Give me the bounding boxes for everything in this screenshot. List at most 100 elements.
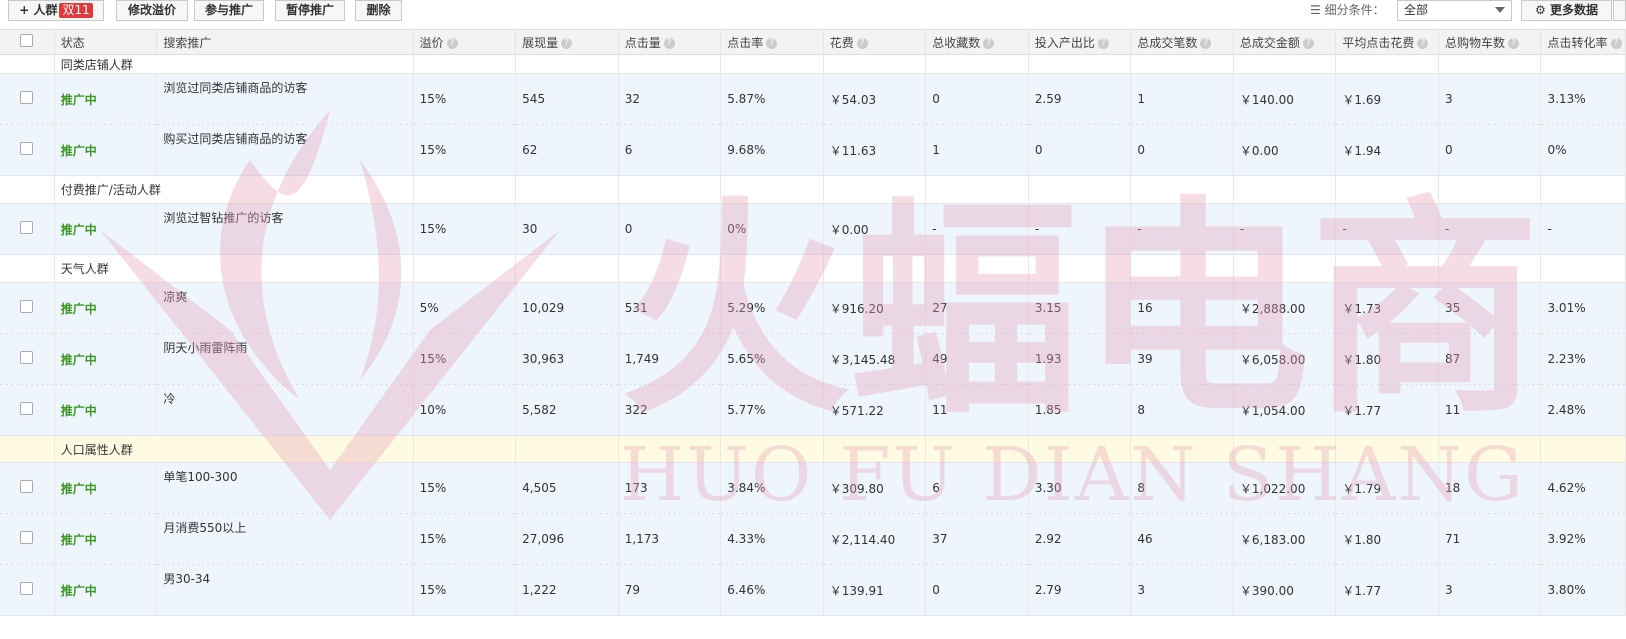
cell-premium: 15% (413, 564, 517, 616)
col-gmv-label: 总成交金额 (1239, 35, 1300, 50)
table-row[interactable]: 推广中 浏览过同类店铺商品的访客 15% 545 32 5.87% ￥54.03 0 2.59 1… (0, 73, 1626, 125)
table-row[interactable]: 推广中 阴天小雨雷阵雨 15% 30,963 1,749 5.65% ￥3,145.48 49… (0, 333, 1626, 385)
crowd-name: 单笔100-300 (163, 469, 238, 484)
cell-clicks: 0 (618, 203, 722, 255)
group-empty-cell (823, 254, 927, 283)
add-crowd-label: + 人群 (19, 3, 58, 17)
help-icon[interactable]: ? (1417, 37, 1429, 49)
cell-cart: - (1438, 203, 1542, 255)
help-icon[interactable]: ? (1200, 37, 1212, 49)
col-cost[interactable]: 花费? (823, 29, 927, 55)
cell-orders: 39 (1130, 333, 1234, 385)
col-cpc-label: 平均点击花费 (1342, 35, 1415, 50)
help-icon[interactable]: ? (1097, 37, 1109, 49)
cell-orders: - (1130, 203, 1234, 255)
crowd-name: 月消费550以上 (163, 520, 247, 535)
row-checkbox[interactable] (20, 531, 34, 544)
table-row[interactable]: 推广中 凉爽 5% 10,029 531 5.29% ￥916.20 27 3.15 16 ￥2,8… (0, 282, 1626, 334)
cell-roi: 0 (1028, 124, 1132, 176)
select-all-checkbox[interactable] (20, 34, 34, 47)
help-icon[interactable]: ? (1507, 37, 1519, 49)
help-icon[interactable]: ? (1302, 37, 1314, 49)
help-icon[interactable]: ? (446, 37, 458, 49)
col-impressions[interactable]: 展现量? (515, 29, 619, 55)
col-cart[interactable]: 总购物车数? (1438, 29, 1542, 55)
table-row[interactable]: 推广中 购买过同类店铺商品的访客 15% 62 6 9.68% ￥11.63 1 0 0 ￥0.00… (0, 124, 1626, 176)
delete-button[interactable]: 删除 (355, 0, 402, 21)
help-icon[interactable]: ? (766, 37, 778, 49)
status-badge: 推广中 (54, 124, 158, 176)
group-empty-cell (925, 435, 1029, 463)
col-gmv[interactable]: 总成交金额? (1233, 29, 1337, 55)
row-checkbox[interactable] (20, 402, 34, 415)
cell-cart: 3 (1438, 564, 1542, 616)
pause-promotion-button[interactable]: 暂停推广 (275, 0, 345, 21)
cell-ctr: 5.87% (720, 73, 824, 125)
row-checkbox[interactable] (20, 300, 34, 313)
col-roi[interactable]: 投入产出比? (1028, 29, 1132, 55)
table-header: 状态 搜索推广 溢价? 展现量? 点击量? 点击率? 花费? 总收藏数? 投入产… (0, 29, 1626, 55)
cell-gmv: ￥6,058.00 (1233, 333, 1337, 385)
help-icon[interactable]: ? (856, 37, 868, 49)
table-row[interactable]: 推广中冷 10% 5,582 322 5.77% ￥571.22 11 1.85 8 ￥1,054… (0, 384, 1626, 436)
group-name: 付费推广/活动人群 (54, 175, 414, 204)
join-promotion-button[interactable]: 参与推广 (194, 0, 264, 21)
crowd-name-cell: 单笔100-300 (156, 462, 414, 514)
table-row[interactable]: 推广中 男30-34 15% 1,222 79 6.46% ￥139.91 0 2.79 3 ￥39… (0, 564, 1626, 616)
table-row[interactable]: 推广中 浏览过智钻推广的访客 15% 30 0 0% ￥0.00- - - - - - - (0, 203, 1626, 255)
crowd-name: 冷 (163, 391, 176, 406)
cell-clicks: 1,749 (618, 333, 722, 385)
group-empty-cell (1233, 435, 1337, 463)
status-badge: 推广中 (54, 513, 158, 565)
col-cpc[interactable]: 平均点击花费? (1335, 29, 1439, 55)
row-checkbox[interactable] (20, 351, 34, 364)
cell-cost: ￥571.22 (823, 384, 927, 436)
cell-cvr: - (1540, 203, 1626, 255)
row-checkbox[interactable] (20, 91, 34, 104)
table-row[interactable]: 推广中 月消费550以上 15% 27,096 1,173 4.33% ￥2,114.40 3… (0, 513, 1626, 565)
filter-select-value: 全部 (1404, 3, 1429, 17)
help-icon[interactable]: ? (561, 37, 573, 49)
table-row[interactable]: 推广中 单笔100-300 15% 4,505 173 3.84% ￥309.80 6 3.30… (0, 462, 1626, 514)
group-empty-cell (515, 175, 619, 204)
cell-gmv: ￥0.00 (1233, 124, 1337, 176)
cell-favorites: 11 (925, 384, 1029, 436)
col-cart-label: 总购物车数 (1444, 35, 1505, 50)
col-ctr[interactable]: 点击率? (720, 29, 824, 55)
row-checkbox[interactable] (20, 221, 34, 234)
help-icon[interactable]: ? (1610, 37, 1622, 49)
group-empty-cell (515, 435, 619, 463)
group-empty-cell (0, 175, 55, 204)
help-icon[interactable]: ? (983, 37, 995, 49)
cell-cpc: ￥1.73 (1335, 282, 1439, 334)
col-cvr[interactable]: 点击转化率? (1540, 29, 1626, 55)
row-checkbox[interactable] (20, 142, 34, 155)
cell-clicks: 6 (618, 124, 722, 176)
col-favorites[interactable]: 总收藏数? (925, 29, 1029, 55)
col-premium[interactable]: 溢价? (413, 29, 517, 55)
cell-cvr: 0% (1540, 124, 1626, 176)
group-empty-cell (1540, 175, 1626, 204)
row-checkbox[interactable] (20, 582, 34, 595)
cell-orders: 16 (1130, 282, 1234, 334)
group-empty-cell (413, 54, 517, 74)
more-data-dropdown-button[interactable] (1613, 0, 1626, 21)
col-status: 状态 (54, 29, 158, 55)
cell-impressions: 30 (515, 203, 619, 255)
crowd-name-cell: 浏览过同类店铺商品的访客 (156, 73, 414, 125)
filter-select[interactable]: 全部 (1397, 0, 1512, 21)
col-clicks[interactable]: 点击量? (618, 29, 722, 55)
cell-ctr: 0% (720, 203, 824, 255)
edit-premium-button[interactable]: 修改溢价 (116, 0, 188, 21)
row-checkbox[interactable] (20, 480, 34, 493)
group-empty-cell (1438, 54, 1542, 74)
col-orders[interactable]: 总成交笔数? (1130, 29, 1234, 55)
status-badge: 推广中 (54, 462, 158, 514)
crowd-name-cell: 浏览过智钻推广的访客 (156, 203, 414, 255)
help-icon[interactable]: ? (663, 37, 675, 49)
more-data-button[interactable]: ⚙ 更多数据 (1521, 0, 1612, 21)
group-row: 天气人群 (0, 254, 1626, 283)
cell-impressions: 10,029 (515, 282, 619, 334)
add-crowd-button[interactable]: + 人群 双11 (8, 0, 104, 21)
cell-orders: 3 (1130, 564, 1234, 616)
